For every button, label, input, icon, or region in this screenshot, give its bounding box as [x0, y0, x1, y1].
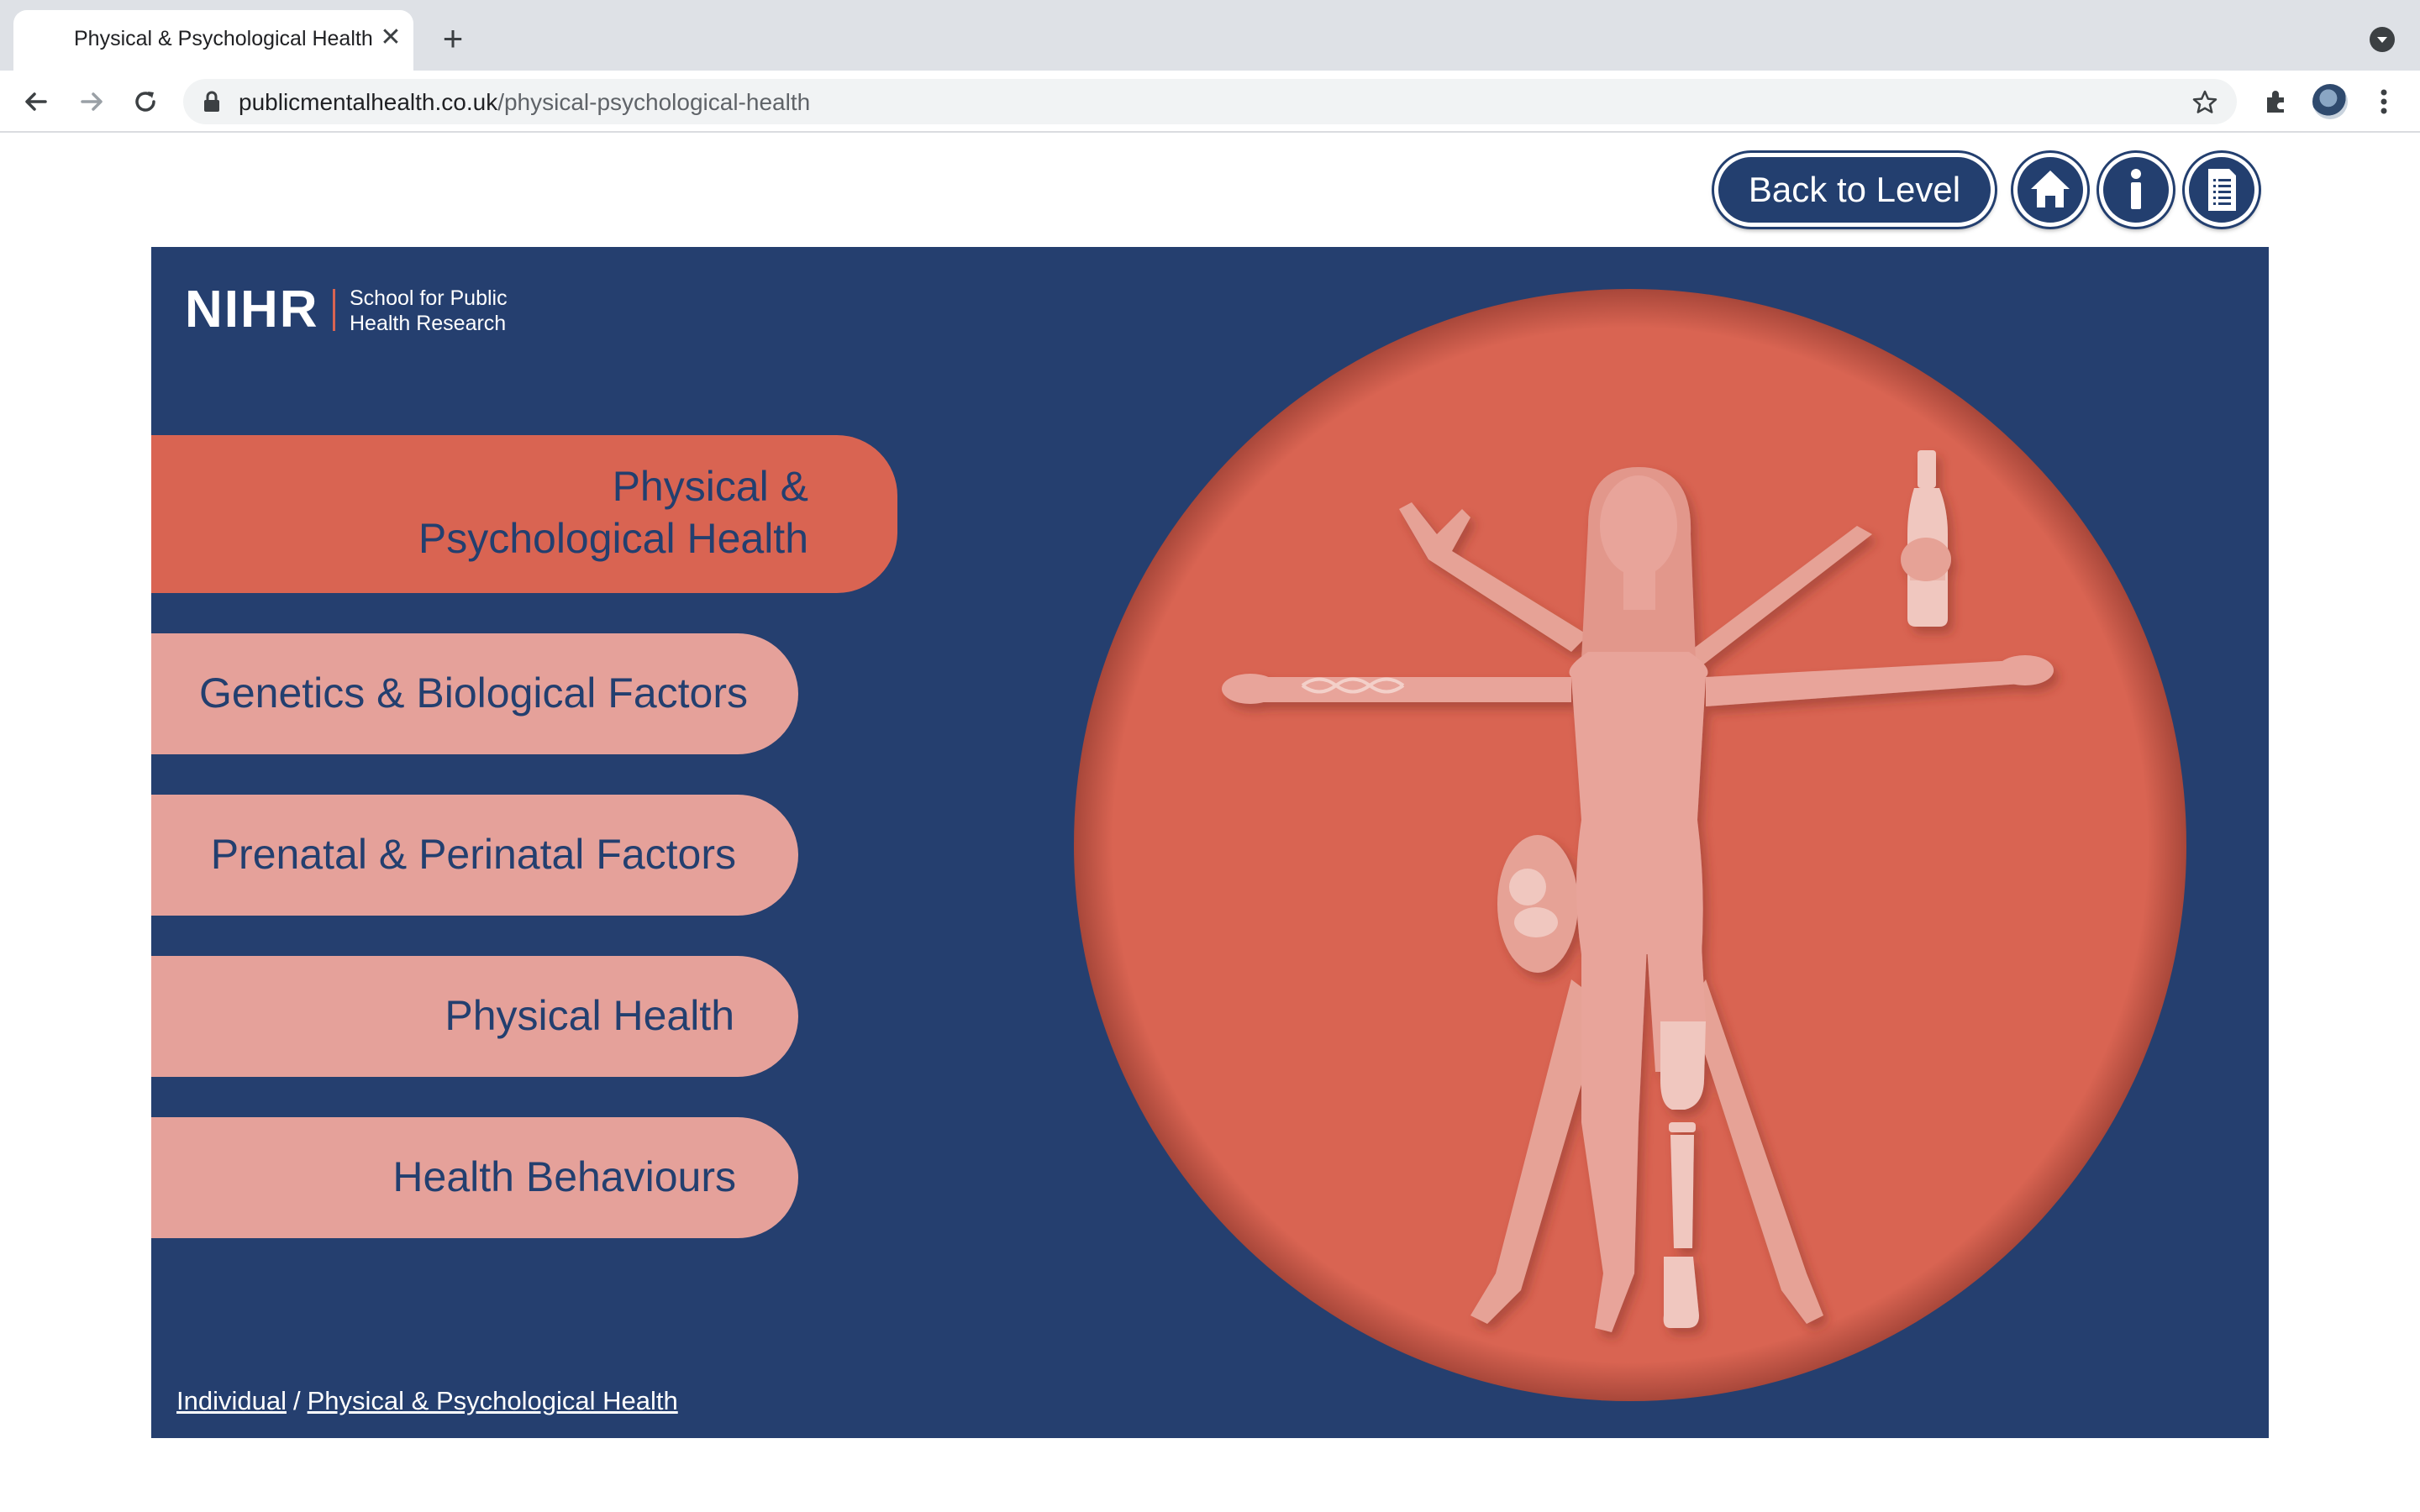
- menu-item-label: Genetics & Biological Factors: [198, 669, 748, 717]
- url-text: publicmentalhealth.co.uk/physical-psycho…: [239, 89, 810, 116]
- menu-item-label: Health Behaviours: [392, 1153, 736, 1200]
- browser-tab[interactable]: Physical & Psychological Health ✕: [13, 10, 413, 71]
- browser-tabstrip: Physical & Psychological Health ✕ +: [0, 0, 2420, 71]
- browser-toolbar: publicmentalhealth.co.uk/physical-psycho…: [0, 71, 2420, 133]
- breadcrumb-link-individual[interactable]: Individual: [176, 1386, 287, 1415]
- back-arrow-icon[interactable]: [18, 84, 54, 119]
- info-icon: [2131, 169, 2141, 209]
- browser-menu-icon[interactable]: [2371, 86, 2396, 118]
- new-tab-button[interactable]: +: [437, 21, 469, 56]
- menu-item-genetics-biological[interactable]: Genetics & Biological Factors: [151, 633, 798, 754]
- info-button[interactable]: [2099, 153, 2173, 227]
- home-button[interactable]: [2013, 153, 2087, 227]
- reload-icon[interactable]: [128, 84, 163, 119]
- url-path: /physical-psychological-health: [497, 89, 811, 115]
- extensions-icon[interactable]: [2260, 86, 2292, 118]
- logo-divider: [333, 289, 335, 331]
- address-bar[interactable]: publicmentalhealth.co.uk/physical-psycho…: [183, 79, 2237, 124]
- logo-wordmark: NIHR: [185, 281, 319, 339]
- menu-item-prenatal-perinatal[interactable]: Prenatal & Perinatal Factors: [151, 795, 798, 916]
- search-tabs-icon[interactable]: [2370, 27, 2395, 52]
- main-stage: NIHR School for Public Health Research Ph…: [151, 247, 2269, 1438]
- url-domain: publicmentalhealth.co.uk: [239, 89, 498, 115]
- back-to-level-button[interactable]: Back to Level: [1714, 153, 1995, 227]
- lock-icon: [202, 91, 222, 113]
- body-illustration: [1067, 282, 2193, 1408]
- star-icon[interactable]: [2191, 89, 2218, 116]
- profile-avatar[interactable]: [2312, 84, 2348, 119]
- menu-item-label: Physical Health: [445, 992, 734, 1039]
- menu-item-health-behaviours[interactable]: Health Behaviours: [151, 1117, 798, 1238]
- tab-close-icon[interactable]: ✕: [376, 24, 405, 52]
- menu-item-label: Physical & Psychological Health: [418, 463, 808, 562]
- breadcrumb: Individual / Physical & Psychological Heal…: [176, 1386, 678, 1416]
- tab-title: Physical & Psychological Health: [74, 27, 373, 50]
- breadcrumb-separator: /: [292, 1386, 301, 1415]
- menu-item-label: Prenatal & Perinatal Factors: [210, 831, 736, 878]
- home-icon: [2031, 171, 2070, 207]
- menu-item-physical-psychological-health[interactable]: Physical & Psychological Health: [151, 435, 897, 593]
- menu-item-physical-health[interactable]: Physical Health: [151, 956, 798, 1077]
- forward-arrow-icon[interactable]: [74, 84, 109, 119]
- logo-subtitle: School for Public Health Research: [350, 286, 508, 335]
- document-list-icon: [2208, 169, 2236, 211]
- resources-button[interactable]: [2185, 153, 2259, 227]
- breadcrumb-link-current[interactable]: Physical & Psychological Health: [308, 1386, 678, 1415]
